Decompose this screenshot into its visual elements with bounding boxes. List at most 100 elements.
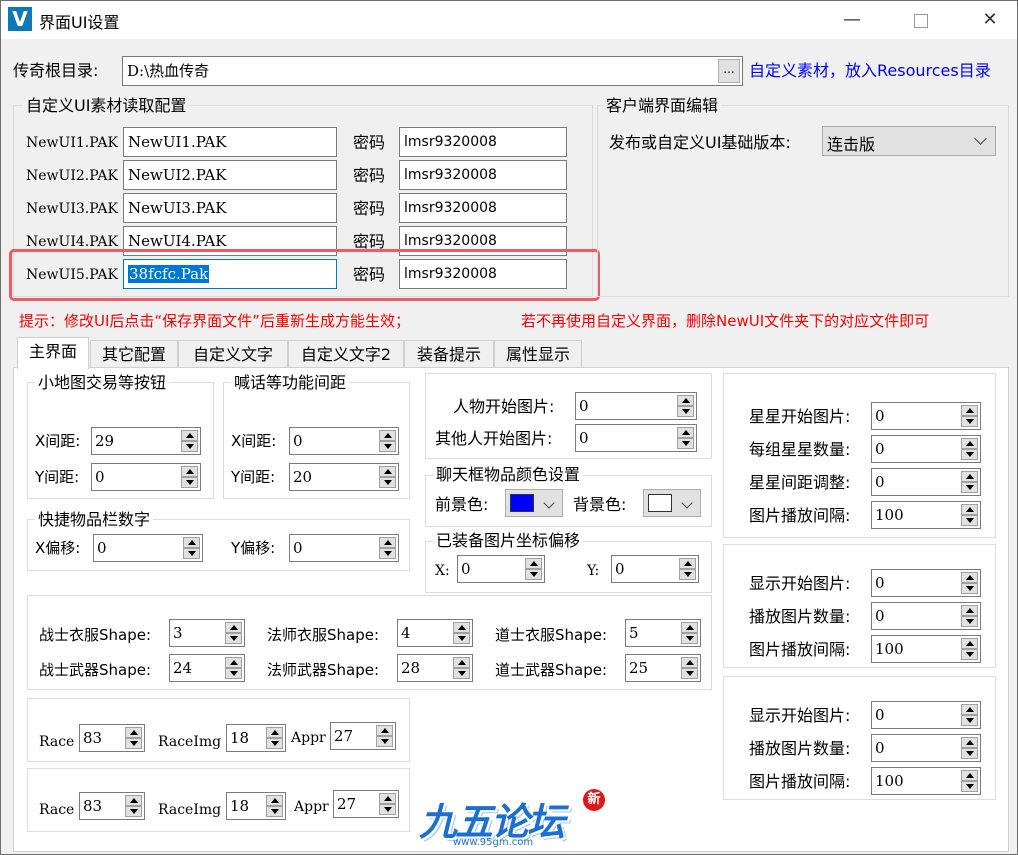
spin-down-icon[interactable] [681, 668, 698, 679]
spin-down-icon[interactable] [961, 583, 978, 594]
spin-down-icon[interactable] [681, 633, 698, 644]
display2-interval-spinner[interactable]: 100 [871, 767, 981, 795]
race2-spinner[interactable]: 83 [79, 792, 145, 820]
bg-color-picker[interactable] [643, 489, 701, 517]
spin-up-icon[interactable] [679, 558, 696, 569]
spin-up-icon[interactable] [961, 704, 978, 715]
maximize-button[interactable] [898, 1, 944, 39]
mage-dress-spinner[interactable]: 4 [397, 619, 473, 647]
spin-down-icon[interactable] [961, 449, 978, 460]
spin-up-icon[interactable] [266, 727, 283, 738]
pak2-password-input[interactable]: lmsr9320008 [399, 160, 567, 190]
spin-up-icon[interactable] [125, 795, 142, 806]
equip-y-spinner[interactable]: 0 [611, 555, 699, 583]
spin-down-icon[interactable] [961, 781, 978, 792]
taoist-weapon-spinner[interactable]: 25 [625, 654, 701, 682]
spin-up-icon[interactable] [961, 504, 978, 515]
spin-up-icon[interactable] [677, 427, 694, 438]
spin-up-icon[interactable] [453, 657, 470, 668]
tab-attr-display[interactable]: 属性显示 [494, 340, 582, 368]
spin-up-icon[interactable] [961, 438, 978, 449]
spin-down-icon[interactable] [183, 548, 200, 559]
star-count-spinner[interactable]: 0 [871, 435, 981, 463]
quickbar-y-spinner[interactable]: 0 [289, 534, 399, 562]
spin-up-icon[interactable] [525, 558, 542, 569]
spin-up-icon[interactable] [453, 622, 470, 633]
spin-up-icon[interactable] [125, 727, 142, 738]
appr1-spinner[interactable]: 27 [330, 722, 396, 750]
spin-down-icon[interactable] [679, 569, 696, 580]
spin-up-icon[interactable] [677, 395, 694, 406]
spin-down-icon[interactable] [225, 668, 242, 679]
pak3-file-input[interactable]: NewUI3.PAK [123, 193, 337, 223]
shout-x-spinner[interactable]: 0 [289, 427, 399, 455]
display1-count-spinner[interactable]: 0 [871, 602, 981, 630]
star-gap-spinner[interactable]: 0 [871, 468, 981, 496]
spin-down-icon[interactable] [961, 748, 978, 759]
raceimg1-spinner[interactable]: 18 [226, 724, 286, 752]
spin-down-icon[interactable] [379, 477, 396, 488]
minimap-x-spinner[interactable]: 29 [91, 427, 201, 455]
display1-interval-spinner[interactable]: 100 [871, 635, 981, 663]
spin-down-icon[interactable] [961, 416, 978, 427]
spin-down-icon[interactable] [125, 806, 142, 817]
spin-up-icon[interactable] [961, 405, 978, 416]
star-start-spinner[interactable]: 0 [871, 402, 981, 430]
spin-up-icon[interactable] [181, 430, 198, 441]
spin-down-icon[interactable] [376, 736, 393, 747]
spin-down-icon[interactable] [225, 633, 242, 644]
spin-up-icon[interactable] [379, 537, 396, 548]
spin-down-icon[interactable] [525, 569, 542, 580]
spin-down-icon[interactable] [677, 406, 694, 417]
warrior-weapon-spinner[interactable]: 24 [169, 654, 245, 682]
spin-up-icon[interactable] [961, 605, 978, 616]
close-button[interactable]: ✕ [967, 1, 1013, 39]
root-dir-input[interactable]: D:\热血传奇 ... [122, 56, 743, 86]
display1-start-spinner[interactable]: 0 [871, 569, 981, 597]
spin-up-icon[interactable] [225, 622, 242, 633]
spin-up-icon[interactable] [961, 638, 978, 649]
minimap-y-spinner[interactable]: 0 [91, 463, 201, 491]
spin-down-icon[interactable] [453, 668, 470, 679]
spin-down-icon[interactable] [379, 441, 396, 452]
pak2-file-input[interactable]: NewUI2.PAK [123, 160, 337, 190]
pak3-password-input[interactable]: lmsr9320008 [399, 193, 567, 223]
tab-other-config[interactable]: 其它配置 [90, 340, 178, 368]
spin-down-icon[interactable] [266, 738, 283, 749]
warrior-dress-spinner[interactable]: 3 [169, 619, 245, 647]
appr2-spinner[interactable]: 27 [333, 790, 399, 818]
fg-color-picker[interactable] [505, 489, 563, 517]
spin-up-icon[interactable] [681, 622, 698, 633]
tab-custom-text[interactable]: 自定义文字 [178, 340, 288, 368]
tab-custom-text2[interactable]: 自定义文字2 [288, 340, 404, 368]
spin-down-icon[interactable] [961, 715, 978, 726]
mage-weapon-spinner[interactable]: 28 [397, 654, 473, 682]
shout-y-spinner[interactable]: 20 [289, 463, 399, 491]
minimize-button[interactable]: — [829, 1, 875, 39]
browse-button[interactable]: ... [718, 59, 740, 83]
spin-down-icon[interactable] [677, 438, 694, 449]
spin-down-icon[interactable] [266, 806, 283, 817]
spin-down-icon[interactable] [181, 477, 198, 488]
spin-up-icon[interactable] [379, 430, 396, 441]
spin-down-icon[interactable] [379, 804, 396, 815]
spin-down-icon[interactable] [181, 441, 198, 452]
pak5-file-input[interactable]: 38fcfc.Pak [123, 259, 337, 289]
spin-up-icon[interactable] [181, 466, 198, 477]
spin-down-icon[interactable] [453, 633, 470, 644]
display2-count-spinner[interactable]: 0 [871, 734, 981, 762]
spin-down-icon[interactable] [125, 738, 142, 749]
equip-x-spinner[interactable]: 0 [457, 555, 545, 583]
pak1-file-input[interactable]: NewUI1.PAK [123, 127, 337, 157]
tab-main-ui[interactable]: 主界面 [17, 337, 89, 369]
pak1-password-input[interactable]: lmsr9320008 [399, 127, 567, 157]
race1-spinner[interactable]: 83 [79, 724, 145, 752]
spin-down-icon[interactable] [961, 649, 978, 660]
spin-down-icon[interactable] [961, 515, 978, 526]
quickbar-x-spinner[interactable]: 0 [93, 534, 203, 562]
other-image-spinner[interactable]: 0 [575, 424, 697, 452]
spin-up-icon[interactable] [961, 471, 978, 482]
self-image-spinner[interactable]: 0 [575, 392, 697, 420]
spin-up-icon[interactable] [961, 572, 978, 583]
taoist-dress-spinner[interactable]: 5 [625, 619, 701, 647]
